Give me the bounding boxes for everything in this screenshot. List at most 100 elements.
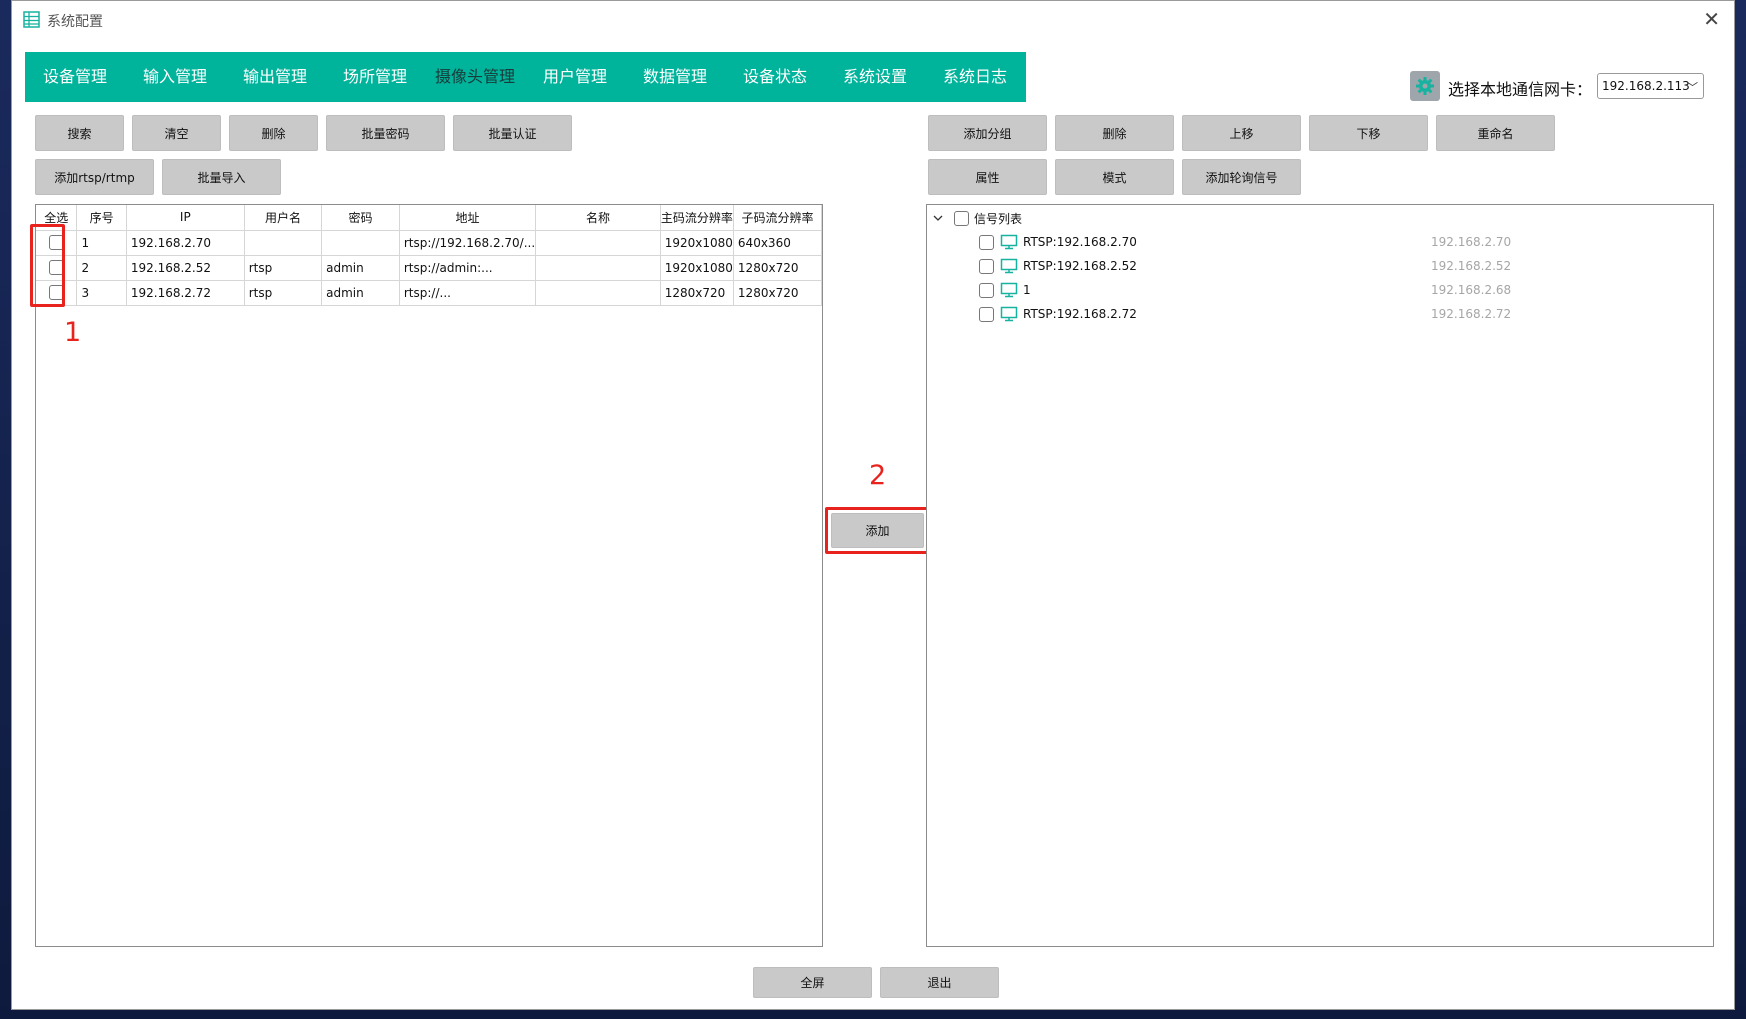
- cell-ip: 192.168.2.70: [126, 230, 245, 256]
- root-checkbox[interactable]: [954, 210, 969, 226]
- column-header-name[interactable]: 名称: [535, 205, 661, 231]
- signal-label: RTSP:192.168.2.72: [1023, 307, 1137, 321]
- close-icon[interactable]: ✕: [1703, 9, 1720, 29]
- cell-ip: 192.168.2.72: [126, 280, 245, 306]
- nic-label: 选择本地通信网卡：: [1448, 80, 1593, 99]
- signal-list-panel: 信号列表 RTSP:192.168.2.70 192.168.2.70 RTSP…: [926, 204, 1714, 947]
- tab-device-status[interactable]: 设备状态: [725, 52, 825, 102]
- cell-index: 3: [76, 280, 127, 306]
- add-group-button[interactable]: 添加分组: [928, 115, 1047, 151]
- move-up-button[interactable]: 上移: [1182, 115, 1301, 151]
- signal-checkbox[interactable]: [979, 234, 994, 250]
- add-to-signal-list-button[interactable]: 添加: [831, 513, 924, 548]
- cell-index: 2: [76, 255, 127, 281]
- tab-camera-management[interactable]: 摄像头管理: [425, 52, 525, 102]
- tree-item[interactable]: 1: [979, 279, 1031, 301]
- tab-data-management[interactable]: 数据管理: [625, 52, 725, 102]
- signal-label: RTSP:192.168.2.52: [1023, 259, 1137, 273]
- chevron-down-icon: ﹀: [1687, 81, 1698, 94]
- column-header-address[interactable]: 地址: [399, 205, 537, 231]
- cell-username: rtsp: [244, 255, 323, 281]
- signal-label: 1: [1023, 283, 1031, 297]
- tree-item[interactable]: RTSP:192.168.2.52: [979, 255, 1137, 277]
- tab-device-management[interactable]: 设备管理: [25, 52, 125, 102]
- cell-sub-res: 1280x720: [733, 255, 823, 281]
- tree-root-label: 信号列表: [974, 211, 1023, 226]
- signal-ip: 192.168.2.70: [1431, 235, 1512, 249]
- cell-name: [535, 280, 661, 306]
- add-rtsp-rtmp-button[interactable]: 添加rtsp/rtmp: [35, 159, 154, 195]
- cell-index: 1: [76, 230, 127, 256]
- signal-checkbox[interactable]: [979, 282, 994, 298]
- cell-main-res: 1280x720: [660, 280, 734, 306]
- signal-checkbox[interactable]: [979, 258, 994, 274]
- system-config-window: 系统配置 ✕ 设备管理 输入管理 输出管理 场所管理 摄像头管理 用户管理 数据…: [11, 0, 1735, 1010]
- title-bar: 系统配置 ✕: [12, 1, 1734, 38]
- tab-input-management[interactable]: 输入管理: [125, 52, 225, 102]
- cell-password: admin: [321, 255, 400, 281]
- cell-name: [535, 255, 661, 281]
- signal-ip: 192.168.2.72: [1431, 307, 1512, 321]
- rename-button[interactable]: 重命名: [1436, 115, 1555, 151]
- nic-selected-value: 192.168.2.113: [1602, 79, 1690, 93]
- column-header-password[interactable]: 密码: [321, 205, 400, 231]
- annotation-number-1: 1: [64, 317, 82, 348]
- table-row[interactable]: 2 192.168.2.52 rtsp admin rtsp://admin:.…: [36, 255, 823, 281]
- tab-venue-management[interactable]: 场所管理: [325, 52, 425, 102]
- add-polling-signal-button[interactable]: 添加轮询信号: [1182, 159, 1301, 195]
- column-header-sub-res[interactable]: 子码流分辨率: [733, 205, 823, 231]
- column-header-index[interactable]: 序号: [76, 205, 127, 231]
- cell-address: rtsp://192.168.2.70/...: [399, 230, 537, 256]
- camera-table: 全选 序号 IP 用户名 密码 地址 名称 主码流分辨率 子码流分辨率 1 19…: [36, 205, 823, 306]
- clear-button[interactable]: 清空: [132, 115, 221, 151]
- cell-password: admin: [321, 280, 400, 306]
- tree-root-row[interactable]: 信号列表: [932, 207, 1022, 229]
- table-header-row: 全选 序号 IP 用户名 密码 地址 名称 主码流分辨率 子码流分辨率: [36, 205, 823, 231]
- monitor-icon: [1000, 282, 1018, 298]
- signal-ip: 192.168.2.52: [1431, 259, 1512, 273]
- cell-ip: 192.168.2.52: [126, 255, 245, 281]
- exit-button[interactable]: 退出: [880, 967, 999, 998]
- cell-address: rtsp://...: [399, 280, 537, 306]
- batch-auth-button[interactable]: 批量认证: [453, 115, 572, 151]
- tab-system-log[interactable]: 系统日志: [925, 52, 1025, 102]
- mode-button[interactable]: 模式: [1055, 159, 1174, 195]
- batch-import-button[interactable]: 批量导入: [162, 159, 281, 195]
- signal-ip: 192.168.2.68: [1431, 283, 1512, 297]
- delete-signal-button[interactable]: 删除: [1055, 115, 1174, 151]
- chevron-down-icon[interactable]: [932, 212, 944, 224]
- monitor-icon: [1000, 234, 1018, 250]
- delete-camera-button[interactable]: 删除: [229, 115, 318, 151]
- monitor-icon: [1000, 306, 1018, 322]
- table-row[interactable]: 3 192.168.2.72 rtsp admin rtsp://... 128…: [36, 280, 823, 306]
- monitor-icon: [1000, 258, 1018, 274]
- cell-username: rtsp: [244, 280, 323, 306]
- column-header-ip[interactable]: IP: [126, 205, 245, 231]
- cell-name: [535, 230, 661, 256]
- cell-main-res: 1920x1080: [660, 230, 734, 256]
- column-header-username[interactable]: 用户名: [244, 205, 323, 231]
- tree-item[interactable]: RTSP:192.168.2.72: [979, 303, 1137, 325]
- batch-password-button[interactable]: 批量密码: [326, 115, 445, 151]
- nic-dropdown[interactable]: 192.168.2.113 ﹀: [1597, 73, 1704, 99]
- cell-sub-res: 1280x720: [733, 280, 823, 306]
- cell-sub-res: 640x360: [733, 230, 823, 256]
- properties-button[interactable]: 属性: [928, 159, 1047, 195]
- window-title: 系统配置: [47, 14, 103, 30]
- signal-checkbox[interactable]: [979, 306, 994, 322]
- move-down-button[interactable]: 下移: [1309, 115, 1428, 151]
- fullscreen-button[interactable]: 全屏: [753, 967, 872, 998]
- tab-output-management[interactable]: 输出管理: [225, 52, 325, 102]
- main-nav-tabs: 设备管理 输入管理 输出管理 场所管理 摄像头管理 用户管理 数据管理 设备状态…: [25, 52, 1026, 102]
- cell-password: [321, 230, 400, 256]
- column-header-main-res[interactable]: 主码流分辨率: [660, 205, 734, 231]
- annotation-number-2: 2: [869, 460, 887, 491]
- signal-label: RTSP:192.168.2.70: [1023, 235, 1137, 249]
- gear-icon[interactable]: [1410, 71, 1440, 101]
- tree-item[interactable]: RTSP:192.168.2.70: [979, 231, 1137, 253]
- tab-system-settings[interactable]: 系统设置: [825, 52, 925, 102]
- tab-user-management[interactable]: 用户管理: [525, 52, 625, 102]
- annotation-box-checkboxes: [30, 224, 65, 307]
- table-row[interactable]: 1 192.168.2.70 rtsp://192.168.2.70/... 1…: [36, 230, 823, 256]
- search-button[interactable]: 搜索: [35, 115, 124, 151]
